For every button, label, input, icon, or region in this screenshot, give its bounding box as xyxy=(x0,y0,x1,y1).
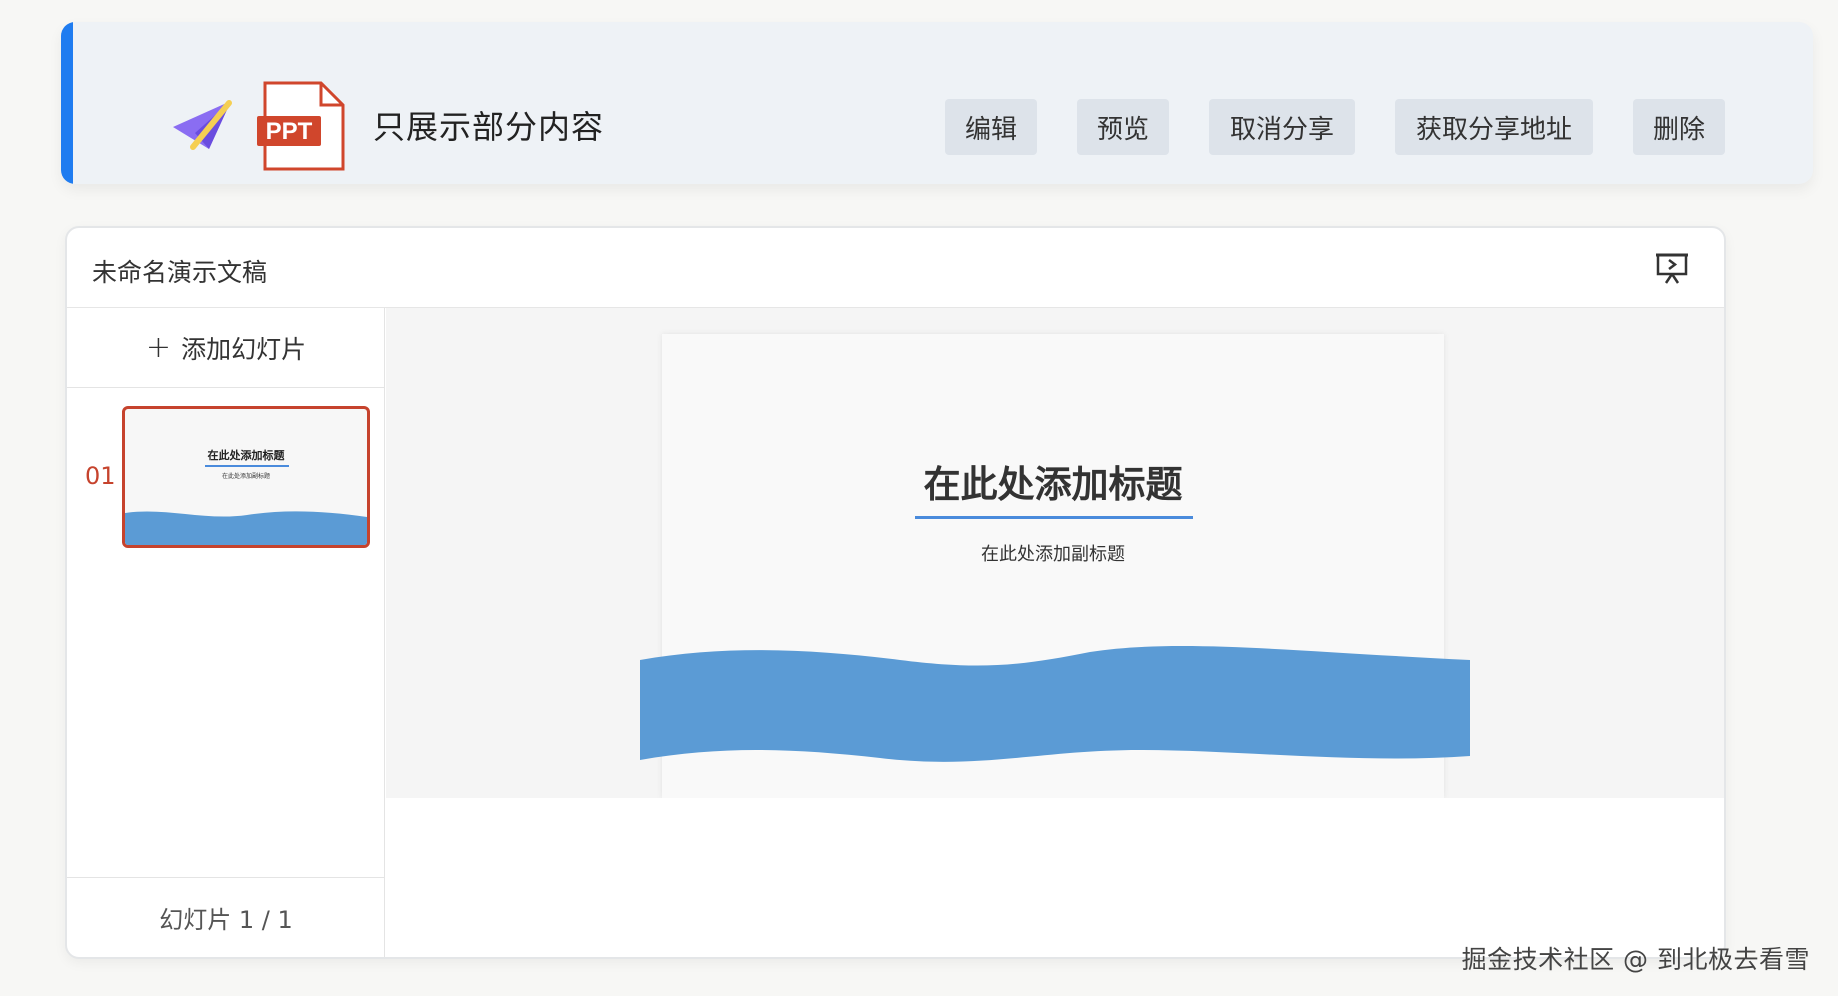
delete-button[interactable]: 删除 xyxy=(1633,99,1725,155)
slide-sidebar: + 添加幻灯片 01 在此处添加标题 在此处添加副标题 幻灯片 1 / 1 xyxy=(67,308,385,957)
editor-toolbar: 未命名演示文稿 xyxy=(67,228,1724,308)
get-share-link-button[interactable]: 获取分享地址 xyxy=(1395,99,1593,155)
add-slide-label: 添加幻灯片 xyxy=(181,334,307,364)
slide-number: 01 xyxy=(85,462,116,490)
thumbnail-title: 在此处添加标题 xyxy=(207,449,285,462)
thumbnail-subtitle: 在此处添加副标题 xyxy=(221,473,270,480)
add-slide-button[interactable]: + 添加幻灯片 xyxy=(67,308,385,388)
slide-subtitle[interactable]: 在此处添加副标题 xyxy=(662,540,1444,566)
presentation-editor: 未命名演示文稿 + 添加幻灯片 01 在此处添加标题 在此处添加副标题 幻灯片 … xyxy=(65,226,1726,959)
presentation-title[interactable]: 未命名演示文稿 xyxy=(92,253,267,289)
ppt-badge-text: PPT xyxy=(266,118,313,145)
thumbnail-divider xyxy=(205,465,289,467)
preview-button[interactable]: 预览 xyxy=(1077,99,1169,155)
slide-title-divider xyxy=(915,516,1193,519)
plus-icon: + xyxy=(145,330,172,365)
slide-counter: 幻灯片 1 / 1 xyxy=(67,877,385,957)
header-accent-bar xyxy=(61,22,73,184)
cancel-share-button[interactable]: 取消分享 xyxy=(1209,99,1355,155)
slide-canvas: 在此处添加标题 在此处添加副标题 xyxy=(386,308,1724,798)
document-header: PPT 只展示部分内容 编辑 预览 取消分享 获取分享地址 删除 xyxy=(61,22,1813,184)
slide-thumbnail[interactable]: 在此处添加标题 在此处添加副标题 xyxy=(122,406,370,548)
presentation-play-icon[interactable] xyxy=(1654,250,1690,286)
watermark-text: 掘金技术社区 @ 到北极去看雪 xyxy=(1461,945,1810,974)
paper-plane-icon xyxy=(173,100,232,150)
thumbnail-wave-shape xyxy=(125,511,367,545)
slide-wave-shape[interactable] xyxy=(640,646,1470,798)
ppt-file-icon: PPT xyxy=(257,81,345,171)
slide-title[interactable]: 在此处添加标题 xyxy=(662,454,1444,508)
edit-button[interactable]: 编辑 xyxy=(945,99,1037,155)
document-title: 只展示部分内容 xyxy=(373,108,605,146)
